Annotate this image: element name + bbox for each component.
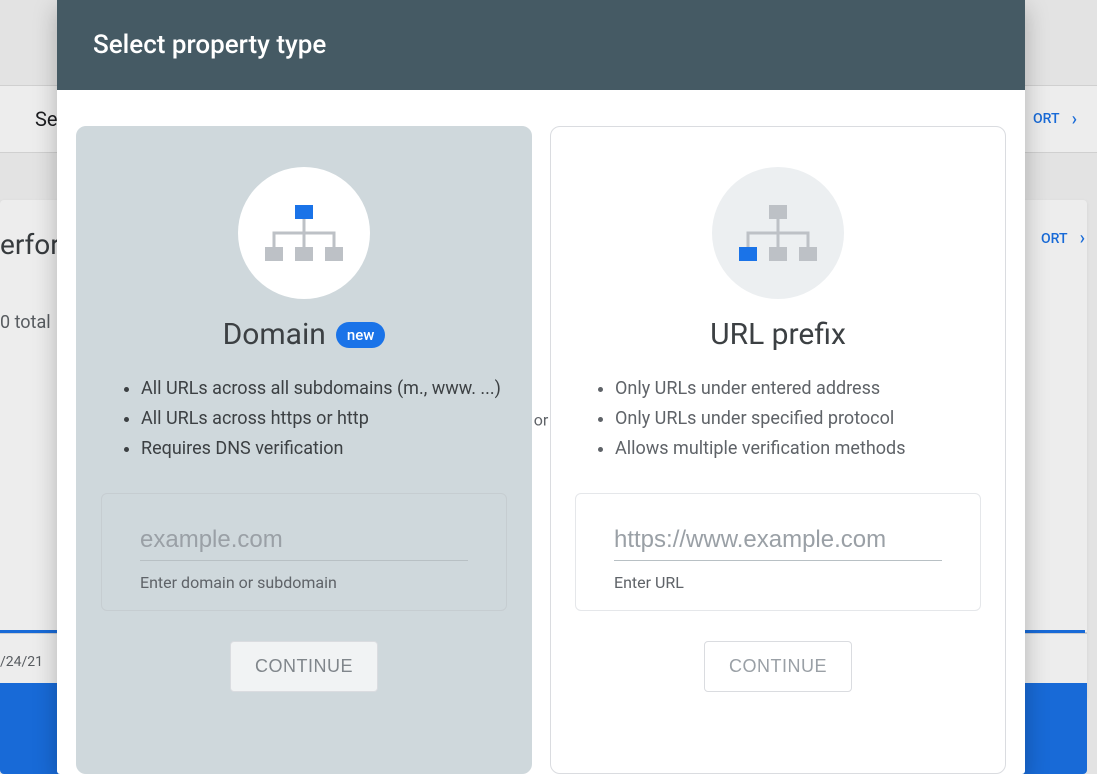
domain-card-title-row: Domain new	[223, 317, 386, 352]
domain-input[interactable]	[140, 522, 468, 561]
list-item: All URLs across all subdomains (m., www.…	[141, 374, 507, 404]
url-prefix-input[interactable]	[614, 522, 942, 561]
url-prefix-card-title: URL prefix	[710, 317, 846, 352]
domain-features-list: All URLs across all subdomains (m., www.…	[101, 374, 507, 465]
domain-input-label: Enter domain or subdomain	[140, 573, 468, 592]
url-prefix-features-list: Only URLs under entered address Only URL…	[575, 374, 981, 465]
url-prefix-sitemap-icon	[712, 167, 844, 299]
domain-input-container: Enter domain or subdomain	[101, 493, 507, 611]
dialog-title: Select property type	[57, 0, 1025, 90]
dialog-body: or Domain new All URLs across all subdom…	[57, 90, 1025, 774]
domain-card-title: Domain	[223, 317, 326, 352]
url-prefix-input-label: Enter URL	[614, 573, 942, 592]
list-item: Requires DNS verification	[141, 434, 507, 464]
list-item: Only URLs under entered address	[615, 374, 981, 404]
new-badge: new	[336, 322, 386, 348]
list-item: Allows multiple verification methods	[615, 434, 981, 464]
url-prefix-input-container: Enter URL	[575, 493, 981, 611]
url-prefix-continue-button[interactable]: CONTINUE	[704, 641, 852, 692]
domain-sitemap-icon	[238, 167, 370, 299]
select-property-type-dialog: Select property type or Domain new All U…	[57, 0, 1025, 774]
list-item: All URLs across https or http	[141, 404, 507, 434]
or-separator: or	[534, 411, 549, 430]
url-prefix-property-card[interactable]: URL prefix Only URLs under entered addre…	[550, 126, 1006, 774]
list-item: Only URLs under specified protocol	[615, 404, 981, 434]
domain-continue-button[interactable]: CONTINUE	[230, 641, 378, 692]
domain-property-card[interactable]: Domain new All URLs across all subdomain…	[76, 126, 532, 774]
